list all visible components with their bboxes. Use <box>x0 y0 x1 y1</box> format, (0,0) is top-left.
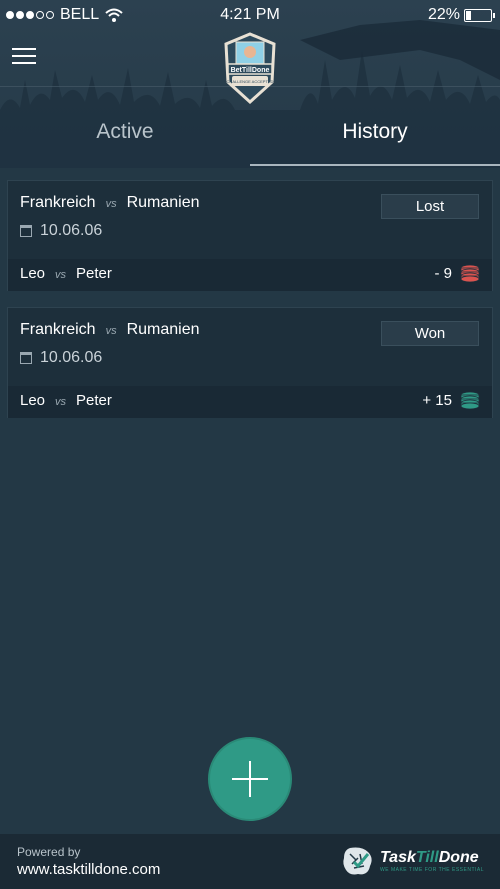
player1-label: Leo <box>20 392 46 409</box>
brain-icon <box>343 847 372 875</box>
vs-label: vs <box>105 325 117 337</box>
logo-subtitle: CHALLENGE ACCEPTED <box>227 79 274 84</box>
team2-label: Rumanien <box>126 194 200 211</box>
bet-card[interactable]: Frankreich vs Rumanien 10.06.06 Lost Leo… <box>7 180 493 291</box>
battery-icon <box>464 8 495 22</box>
bet-amount: + 15 <box>422 391 452 409</box>
powered-by-label: Powered by <box>17 845 81 859</box>
player1-label: Leo <box>20 265 46 282</box>
team1-label: Frankreich <box>20 194 96 211</box>
tab-active[interactable]: Active <box>0 120 250 166</box>
footer: Powered by www.tasktilldone.com TaskTill… <box>0 834 500 889</box>
menu-icon[interactable] <box>12 48 36 68</box>
brand-done: Done <box>438 849 479 866</box>
status-bar: BELL 4:21 PM 22% <box>0 0 500 30</box>
app-logo: BetTillDone CHALLENGE ACCEPTED <box>224 32 276 104</box>
vs-label: vs <box>55 269 67 281</box>
brand-task: Task <box>380 849 416 866</box>
website-link[interactable]: www.tasktilldone.com <box>17 861 160 878</box>
team2-label: Rumanien <box>126 321 200 338</box>
bet-amount: - 9 <box>434 264 452 282</box>
calendar-icon <box>20 225 32 237</box>
coins-icon <box>460 264 480 282</box>
vs-label: vs <box>105 198 117 210</box>
vs-label: vs <box>55 396 67 408</box>
player2-label: Peter <box>76 265 112 282</box>
tasktilldone-logo[interactable]: TaskTillDone WE MAKE TIME FOR THE ESSENT… <box>340 844 484 878</box>
tab-history[interactable]: History <box>250 120 500 166</box>
team1-label: Frankreich <box>20 321 96 338</box>
brand-tagline: WE MAKE TIME FOR THE ESSENTIAL <box>380 867 484 873</box>
result-badge: Lost <box>381 194 479 219</box>
player2-label: Peter <box>76 392 112 409</box>
result-badge: Won <box>381 321 479 346</box>
calendar-icon <box>20 352 32 364</box>
logo-text: BetTillDone <box>231 67 270 74</box>
brand-till: Till <box>415 849 439 866</box>
bet-date: 10.06.06 <box>40 349 103 366</box>
tab-bar: Active History <box>0 120 500 166</box>
battery-percent: 22% <box>427 6 460 23</box>
bet-date: 10.06.06 <box>40 222 103 239</box>
bet-card[interactable]: Frankreich vs Rumanien 10.06.06 Won Leo … <box>7 307 493 418</box>
clock: 4:21 PM <box>220 6 280 23</box>
add-bet-button[interactable] <box>208 737 292 821</box>
coins-icon <box>460 391 480 409</box>
